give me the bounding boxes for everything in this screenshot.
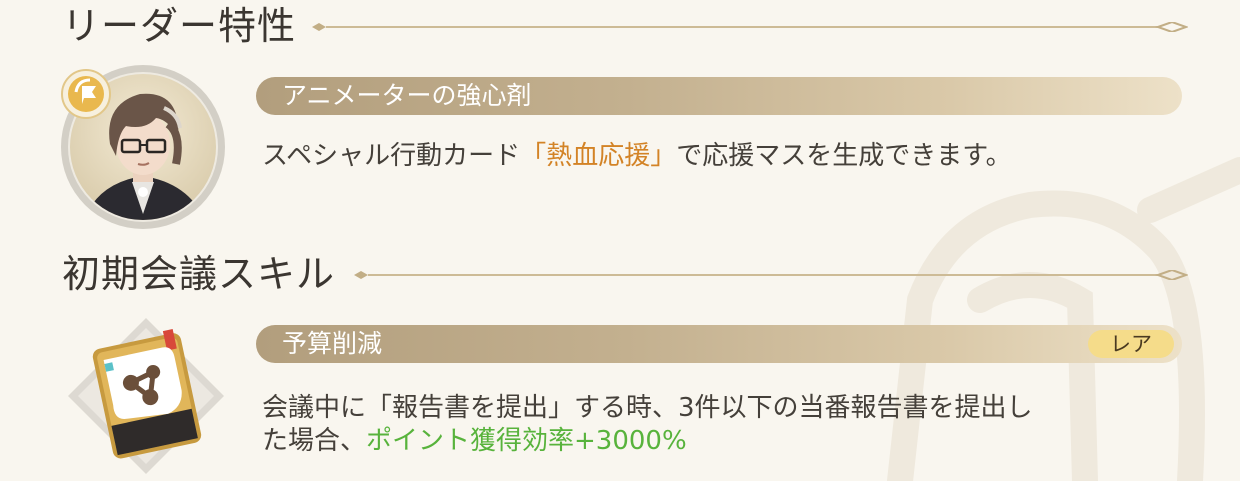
meeting-skill-desc-line1: 会議中に「報告書を提出」する時、3件以下の当番報告書を提出し [262,393,1033,423]
leader-trait-description: スペシャル行動カード「熱血応援」で応援マスを生成できます。 [262,140,1012,173]
meeting-skill-title: 初期会議スキル [62,252,336,296]
leader-trait-desc-highlight: 「熱血応援」 [520,141,677,171]
meeting-skill-name: 予算削減 [282,329,383,358]
meeting-skill-desc-line2-before: た場合、 [262,426,367,456]
rarity-badge: レア [1088,330,1174,358]
skill-card-icon [68,318,224,474]
leader-trait-title: リーダー特性 [62,4,297,48]
meeting-skill-description: 会議中に「報告書を提出」する時、3件以下の当番報告書を提出し た場合、ポイント獲… [262,392,1033,458]
leader-avatar [60,64,226,230]
leader-trait-desc-after: で応援マスを生成できます。 [676,141,1012,171]
meeting-skill-desc-line2: た場合、ポイント獲得効率+3000% [262,425,1033,458]
leader-trait-name: アニメーターの強心剤 [282,81,532,110]
skill-card [68,318,224,474]
leader-trait-header: リーダー特性 [62,1,1192,51]
leader-trait-desc-before: スペシャル行動カード [262,141,521,171]
meeting-skill-desc-highlight: ポイント獲得効率+3000% [366,426,687,456]
leader-trait-name-bar: アニメーターの強心剤 [256,77,1182,115]
meeting-skill-header: 初期会議スキル [62,249,1192,299]
header-divider-ornament [312,22,1188,32]
header-divider-ornament [354,270,1188,280]
meeting-skill-name-bar: 予算削減 レア [256,325,1182,363]
flag-badge-icon [61,69,111,119]
